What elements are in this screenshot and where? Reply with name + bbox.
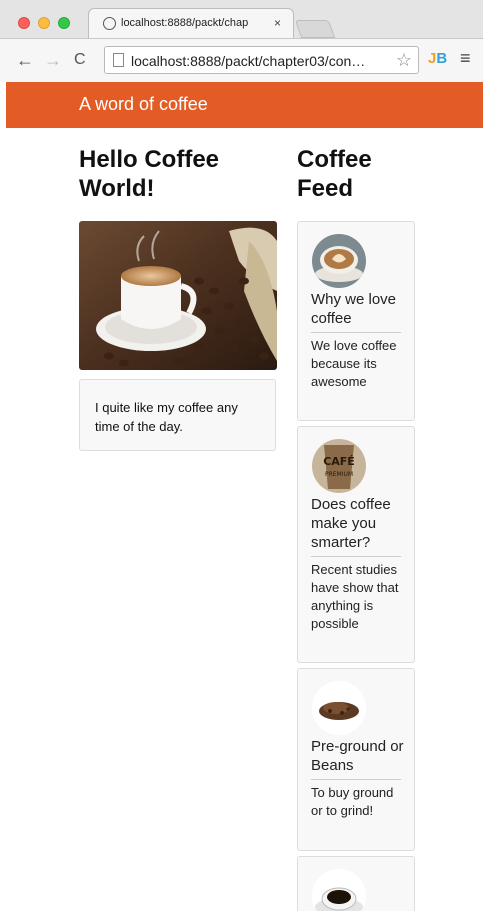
- feed-divider: [311, 332, 401, 333]
- feed-item-title[interactable]: Why we love coffee: [311, 290, 406, 328]
- url-text[interactable]: localhost:8888/packt/chapter03/con…: [131, 53, 391, 69]
- bookmark-star-icon[interactable]: ☆: [396, 50, 412, 71]
- feed-card[interactable]: [297, 856, 415, 911]
- svg-text:CAFÉ: CAFÉ: [323, 455, 355, 468]
- browser-tab[interactable]: localhost:8888/packt/chap ×: [88, 8, 294, 38]
- feed-item-title[interactable]: Does coffee make you smarter?: [311, 495, 406, 552]
- maximize-window-button[interactable]: [58, 17, 70, 29]
- close-window-button[interactable]: [18, 17, 30, 29]
- coffee-cup-image: [79, 221, 277, 370]
- jetbrains-extension-icon[interactable]: JB: [428, 50, 447, 67]
- back-arrow-icon[interactable]: ←: [16, 50, 34, 71]
- globe-icon: [103, 17, 116, 30]
- new-tab-button[interactable]: [294, 20, 336, 38]
- main-heading: Hello Coffee World!: [79, 146, 220, 202]
- minimize-window-button[interactable]: [38, 17, 50, 29]
- feed-divider: [311, 779, 401, 780]
- espresso-cup-image: [312, 869, 366, 911]
- tab-title: localhost:8888/packt/chap: [121, 17, 249, 29]
- address-bar[interactable]: localhost:8888/packt/chapter03/con… ☆: [104, 46, 419, 74]
- feed-card[interactable]: Pre-ground or Beans To buy ground or to …: [297, 668, 415, 851]
- reload-icon[interactable]: C: [74, 51, 86, 69]
- feed-item-body: Recent studies have show that anything i…: [311, 562, 399, 631]
- feed-item-title[interactable]: Pre-ground or Beans: [311, 737, 406, 775]
- site-header: A word of coffee: [6, 82, 483, 128]
- feed-item-body: To buy ground or to grind!: [311, 785, 394, 818]
- ground-coffee-image: [312, 681, 366, 735]
- browser-chrome: localhost:8888/packt/chap × ← → C localh…: [0, 0, 483, 82]
- forward-arrow-icon[interactable]: →: [44, 50, 62, 71]
- feed-card[interactable]: CAFÉ PREMIUM Does coffee make you smarte…: [297, 426, 415, 663]
- site-title[interactable]: A word of coffee: [79, 94, 208, 115]
- page-icon: [113, 53, 124, 67]
- menu-icon[interactable]: ≡: [460, 48, 471, 69]
- feed-card[interactable]: Why we love coffee We love coffee becaus…: [297, 221, 415, 421]
- cafe-cup-image: CAFÉ PREMIUM: [312, 439, 366, 493]
- latte-art-image: [312, 234, 366, 288]
- feed-item-body: We love coffee because its awesome: [311, 338, 397, 389]
- browser-toolbar: ← → C localhost:8888/packt/chapter03/con…: [0, 38, 483, 82]
- main-card-text: I quite like my coffee any time of the d…: [95, 400, 238, 434]
- feed-divider: [311, 556, 401, 557]
- tab-close-icon[interactable]: ×: [274, 16, 281, 30]
- main-card: I quite like my coffee any time of the d…: [79, 379, 276, 451]
- feed-heading: Coffee Feed: [297, 146, 372, 202]
- svg-text:PREMIUM: PREMIUM: [325, 471, 353, 478]
